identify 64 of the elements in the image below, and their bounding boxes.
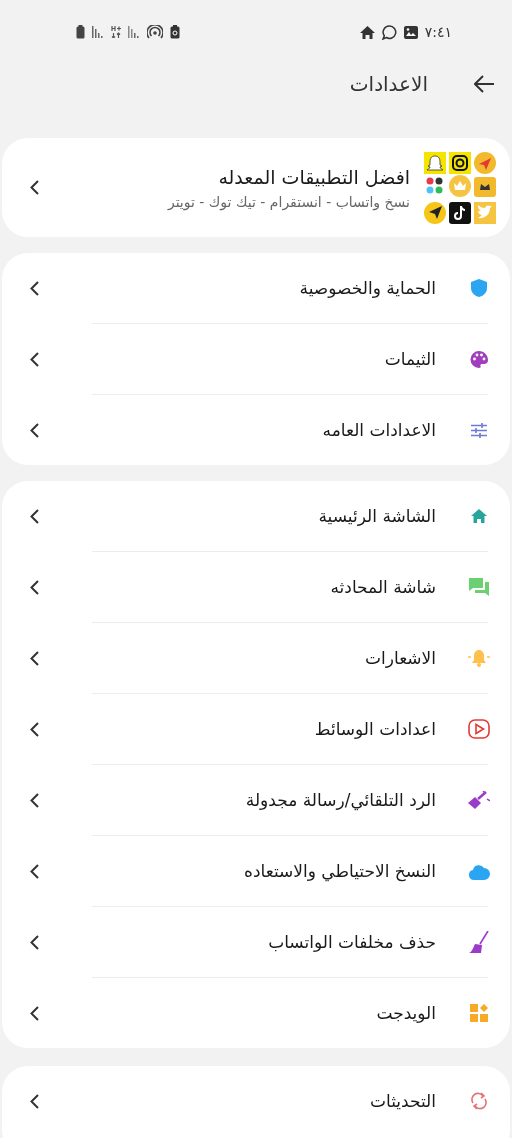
play-icon: [468, 719, 490, 739]
chevron-icon: [30, 934, 39, 950]
sliders-icon: [471, 422, 487, 438]
chevron-icon: [30, 1005, 39, 1021]
settings-item[interactable]: الرد التلقائي/رسالة مجدولة: [2, 765, 510, 835]
clock-time: ٧:٤١: [424, 24, 452, 40]
signal-icon: [128, 26, 140, 38]
settings-item[interactable]: النسخ الاحتياطي والاستعاده: [2, 836, 510, 906]
chevron-icon: [30, 1093, 39, 1109]
item-label: الحماية والخصوصية: [298, 278, 437, 298]
chevron-icon: [30, 508, 39, 524]
item-label: الاشعارات: [364, 648, 437, 668]
hotspot-icon: [147, 25, 163, 39]
shield-icon: [471, 279, 487, 297]
chevron-icon: [30, 280, 39, 296]
chevron-icon: [30, 863, 39, 879]
settings-item[interactable]: الحماية والخصوصية: [2, 253, 510, 323]
broom-icon: [469, 931, 489, 953]
item-label: اعدادات الوسائط: [313, 719, 437, 739]
image-icon: [403, 25, 418, 39]
settings-item[interactable]: اعدادات الوسائط: [2, 694, 510, 764]
settings-item[interactable]: الاشعارات: [2, 623, 510, 693]
chevron-icon: [30, 579, 39, 595]
item-label: التحديثات: [369, 1091, 437, 1111]
item-label: الثيمات: [383, 349, 437, 369]
item-label: حذف مخلفات الواتساب: [267, 932, 437, 952]
chevron-icon: [30, 351, 39, 367]
bell-icon: [468, 649, 490, 667]
chat-icon: [469, 578, 489, 596]
settings-item[interactable]: الويدجت: [2, 978, 510, 1048]
item-label: الشاشة الرئيسية: [317, 506, 437, 526]
settings-item[interactable]: الاعدادات العامه: [2, 395, 510, 465]
widgets-icon: [470, 1004, 488, 1022]
chevron-icon: [30, 650, 39, 666]
item-label: الويدجت: [375, 1003, 437, 1023]
settings-item[interactable]: الثيمات: [2, 324, 510, 394]
screen-title: الاعدادات: [349, 72, 428, 96]
signal-icon: [92, 26, 104, 38]
item-label: الاعدادات العامه: [321, 420, 437, 440]
refresh-icon: [470, 1091, 488, 1111]
settings-item[interactable]: حذف مخلفات الواتساب: [2, 907, 510, 977]
chevron-icon: [30, 180, 39, 195]
promo-card[interactable]: افضل التطبيقات المعدله نسخ واتساب - انستقرام - تيك توك - تويتر: [2, 138, 510, 237]
item-label: النسخ الاحتياطي والاستعاده: [243, 861, 437, 881]
chevron-icon: [30, 422, 39, 438]
chevron-icon: [30, 792, 39, 808]
promo-subtitle: نسخ واتساب - انستقرام - تيك توك - تويتر: [167, 193, 410, 210]
magic-wand-icon: [468, 791, 490, 809]
home-icon: [471, 509, 487, 523]
chat-bubble-icon: [381, 24, 397, 40]
item-label: الرد التلقائي/رسالة مجدولة: [244, 790, 437, 810]
palette-icon: [470, 350, 488, 368]
cloud-icon: [468, 862, 490, 880]
mobile-data-icon: [111, 26, 121, 38]
chevron-icon: [30, 721, 39, 737]
item-label: شاشة المحادثه: [329, 577, 437, 597]
settings-item[interactable]: الشاشة الرئيسية: [2, 481, 510, 551]
settings-item[interactable]: شاشة المحادثه: [2, 552, 510, 622]
battery-icon: [76, 25, 85, 39]
battery-icon: [170, 25, 180, 39]
home-icon: [359, 25, 375, 39]
promo-title: افضل التطبيقات المعدله: [218, 165, 410, 188]
back-arrow-icon[interactable]: [474, 75, 494, 93]
settings-item[interactable]: التحديثات: [2, 1066, 510, 1136]
